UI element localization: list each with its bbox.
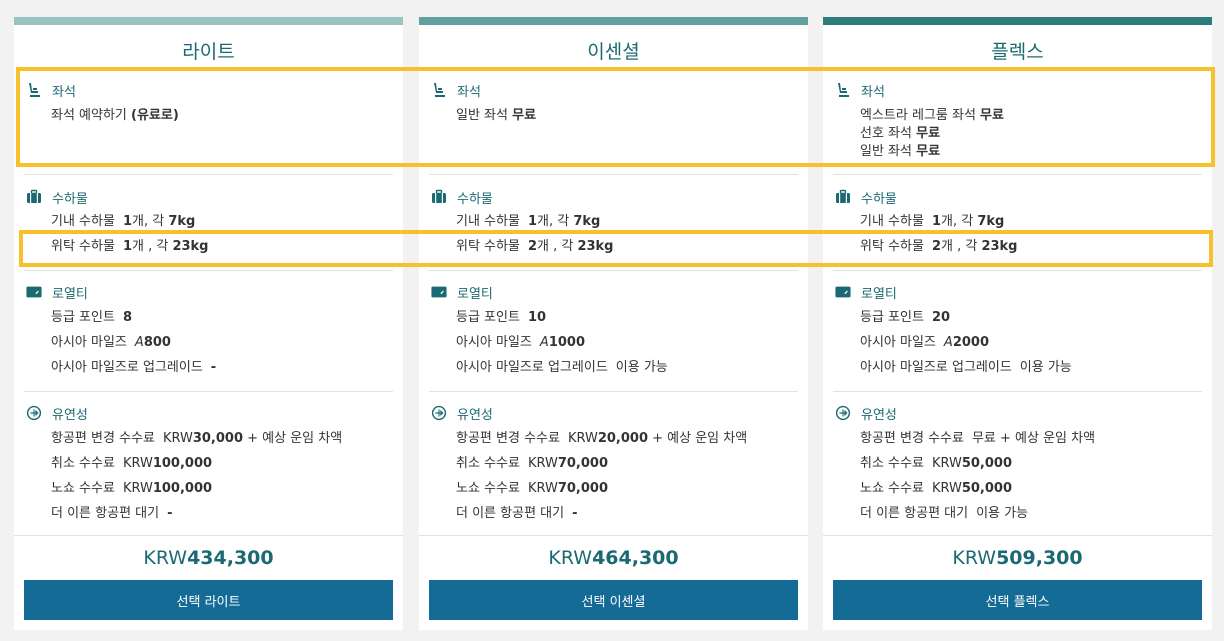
loyalty-card-icon (835, 284, 851, 300)
fare-card: 이센셜 좌석 일반 좌석 무료 수하물 기내 수하물 1개, 각 7kg 위탁 수… (419, 17, 808, 630)
fare-color-bar (823, 17, 1212, 25)
tier-points-row: 등급 포인트 8 (51, 310, 132, 325)
noshow-fee-row: 노쇼 수수료 KRW50,000 (860, 481, 1012, 496)
divider (833, 174, 1202, 175)
standby-row: 더 이른 항공편 대기 - (456, 506, 578, 521)
divider (14, 535, 403, 536)
divider (24, 174, 393, 175)
divider (24, 391, 393, 392)
noshow-fee-row: 노쇼 수수료 KRW100,000 (51, 481, 213, 496)
fare-card: 플렉스 좌석 엑스트라 레그룸 좌석 무료 선호 좌석 무료 일반 좌석 무료 … (823, 17, 1212, 630)
section-baggage: 수하물 (431, 187, 493, 207)
select-fare-button[interactable]: 선택 라이트 (24, 580, 393, 620)
tier-points-row: 등급 포인트 20 (860, 310, 951, 325)
seat-icon (26, 82, 42, 98)
asia-miles-icon: A (134, 335, 144, 350)
upgrade-row: 아시아 마일즈로 업그레이드 이용 가능 (456, 360, 668, 375)
fare-price: KRW509,300 (952, 547, 1083, 569)
flexibility-icon (26, 405, 42, 421)
fare-price: KRW434,300 (143, 547, 274, 569)
baggage-icon (26, 189, 42, 205)
fare-color-bar (419, 17, 808, 25)
flexibility-icon (431, 405, 447, 421)
fare-title: 플렉스 (991, 41, 1044, 63)
section-flexibility: 유연성 (26, 403, 88, 423)
upgrade-row: 아시아 마일즈로 업그레이드 - (51, 360, 217, 375)
loyalty-card-icon (26, 284, 42, 300)
carry-on-row: 기내 수하물 1개, 각 7kg (456, 214, 601, 229)
divider (419, 535, 808, 536)
section-seat: 좌석 (835, 80, 885, 100)
section-baggage: 수하물 (26, 187, 88, 207)
tier-points-row: 등급 포인트 10 (456, 310, 547, 325)
seat-line: 선호 좌석 무료 (860, 126, 941, 141)
carry-on-row: 기내 수하물 1개, 각 7kg (51, 214, 196, 229)
select-fare-button[interactable]: 선택 플렉스 (833, 580, 1202, 620)
seat-line: 엑스트라 레그룸 좌석 무료 (860, 108, 1004, 123)
change-fee-row: 항공편 변경 수수료 KRW20,000 + 예상 운임 차액 (456, 431, 748, 446)
checked-bag-row: 위탁 수하물 1개 , 각 23kg (51, 239, 209, 254)
divider (823, 535, 1212, 536)
upgrade-row: 아시아 마일즈로 업그레이드 이용 가능 (860, 360, 1072, 375)
section-loyalty: 로열티 (835, 282, 897, 302)
seat-line: 일반 좌석 무료 (860, 144, 941, 159)
seat-icon (835, 82, 851, 98)
fare-title: 이센셜 (587, 41, 640, 63)
divider (429, 270, 798, 271)
asia-miles-icon: A (539, 335, 549, 350)
section-baggage: 수하물 (835, 187, 897, 207)
flexibility-icon (835, 405, 851, 421)
standby-row: 더 이른 항공편 대기 이용 가능 (860, 506, 1029, 521)
asia-miles-row: 아시아 마일즈 A2000 (860, 335, 989, 350)
change-fee-row: 항공편 변경 수수료 KRW30,000 + 예상 운임 차액 (51, 431, 343, 446)
cancel-fee-row: 취소 수수료 KRW100,000 (51, 456, 213, 471)
divider (429, 174, 798, 175)
cancel-fee-row: 취소 수수료 KRW50,000 (860, 456, 1012, 471)
standby-row: 더 이른 항공편 대기 - (51, 506, 173, 521)
asia-miles-icon: A (943, 335, 953, 350)
section-loyalty: 로열티 (26, 282, 88, 302)
seat-icon (431, 82, 447, 98)
checked-bag-row: 위탁 수하물 2개 , 각 23kg (456, 239, 614, 254)
section-flexibility: 유연성 (431, 403, 493, 423)
fare-color-bar (14, 17, 403, 25)
baggage-icon (431, 189, 447, 205)
divider (429, 391, 798, 392)
divider (24, 270, 393, 271)
fare-price: KRW464,300 (548, 547, 679, 569)
seat-line: 좌석 예약하기 (유료로) (51, 108, 179, 123)
section-seat: 좌석 (431, 80, 481, 100)
change-fee-row: 항공편 변경 수수료 무료 + 예상 운임 차액 (860, 431, 1096, 446)
checked-bag-row: 위탁 수하물 2개 , 각 23kg (860, 239, 1018, 254)
fare-card: 라이트 좌석 좌석 예약하기 (유료로) 수하물 기내 수하물 1개, 각 7kg… (14, 17, 403, 630)
baggage-icon (835, 189, 851, 205)
select-fare-button[interactable]: 선택 이센셜 (429, 580, 798, 620)
noshow-fee-row: 노쇼 수수료 KRW70,000 (456, 481, 608, 496)
asia-miles-row: 아시아 마일즈 A800 (51, 335, 171, 350)
section-loyalty: 로열티 (431, 282, 493, 302)
fare-title: 라이트 (182, 41, 235, 63)
loyalty-card-icon (431, 284, 447, 300)
divider (833, 270, 1202, 271)
asia-miles-row: 아시아 마일즈 A1000 (456, 335, 585, 350)
section-seat: 좌석 (26, 80, 76, 100)
seat-line: 일반 좌석 무료 (456, 108, 537, 123)
carry-on-row: 기내 수하물 1개, 각 7kg (860, 214, 1005, 229)
cancel-fee-row: 취소 수수료 KRW70,000 (456, 456, 608, 471)
section-flexibility: 유연성 (835, 403, 897, 423)
divider (833, 391, 1202, 392)
